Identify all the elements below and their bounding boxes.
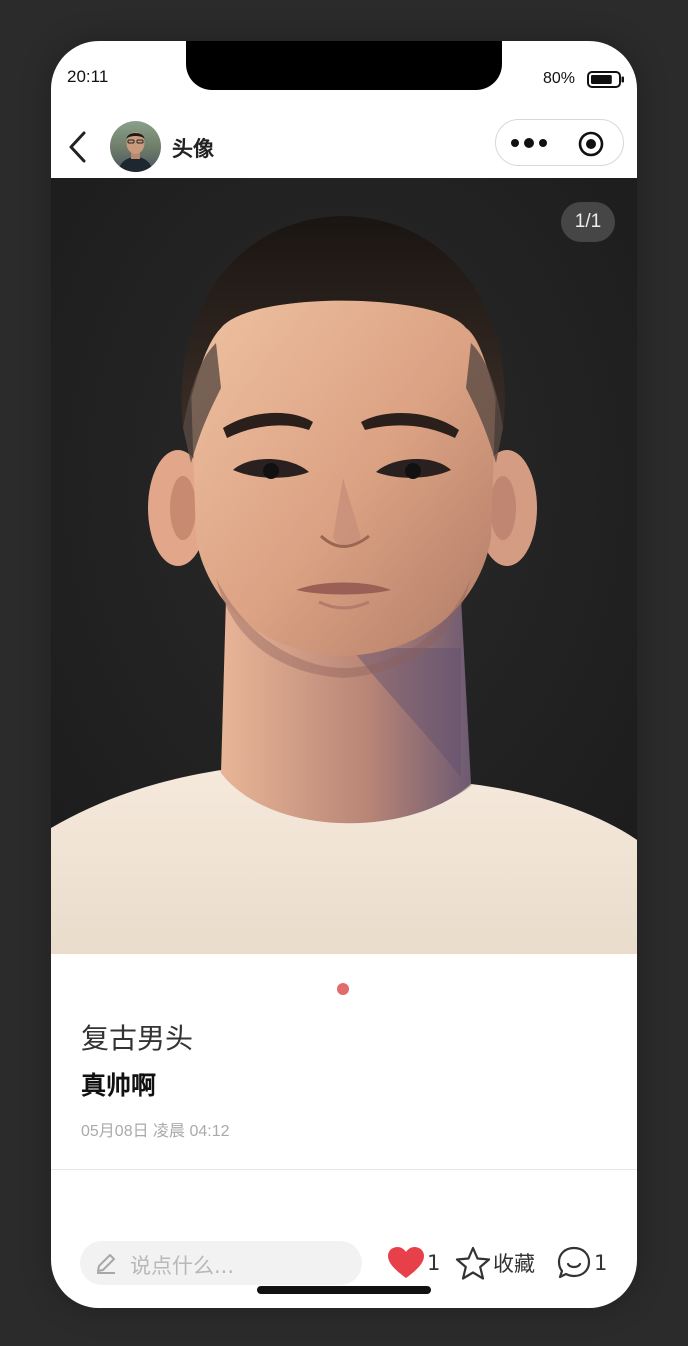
- image-page-counter: 1/1: [561, 202, 615, 242]
- battery-percent: 80%: [543, 70, 576, 87]
- mini-program-capsule: [495, 119, 624, 166]
- portrait-illustration: [51, 178, 637, 954]
- back-chevron-icon[interactable]: [65, 129, 91, 165]
- post-title: 复古男头: [81, 1022, 194, 1055]
- target-circle-icon[interactable]: [578, 131, 604, 157]
- page-title: 头像: [172, 137, 214, 161]
- star-icon: [455, 1246, 491, 1280]
- status-time: 20:11: [67, 67, 109, 86]
- like-count: 1: [427, 1251, 441, 1275]
- avatar[interactable]: [110, 121, 161, 172]
- notch: [186, 41, 502, 90]
- like-button[interactable]: 1: [387, 1241, 440, 1285]
- divider: [51, 1169, 637, 1170]
- post-timestamp: 05月08日 凌晨 04:12: [81, 1123, 230, 1140]
- phone-screen: 20:11 80% 头像 1/1 复古男头 真帅啊 05月08日 凌晨 04:1…: [51, 41, 637, 1308]
- carousel-dot-active[interactable]: [337, 983, 349, 995]
- navigation-bar: 头像: [51, 115, 637, 178]
- pencil-icon: [97, 1254, 115, 1274]
- avatar-icon: [110, 121, 161, 172]
- heart-icon: [388, 1247, 424, 1278]
- favorite-button[interactable]: 收藏: [455, 1241, 535, 1285]
- post-body: 真帅啊: [81, 1071, 157, 1100]
- comment-input[interactable]: 说点什么...: [80, 1241, 362, 1285]
- post-image[interactable]: 1/1: [51, 178, 637, 954]
- home-indicator: [257, 1286, 431, 1294]
- comment-button[interactable]: 1: [556, 1241, 607, 1285]
- more-dots-icon[interactable]: [510, 133, 548, 153]
- battery-icon: [587, 71, 624, 88]
- comment-bubble-icon: [557, 1246, 591, 1279]
- comment-placeholder: 说点什么...: [130, 1254, 235, 1278]
- comment-count: 1: [594, 1251, 608, 1275]
- favorite-label: 收藏: [493, 1252, 535, 1276]
